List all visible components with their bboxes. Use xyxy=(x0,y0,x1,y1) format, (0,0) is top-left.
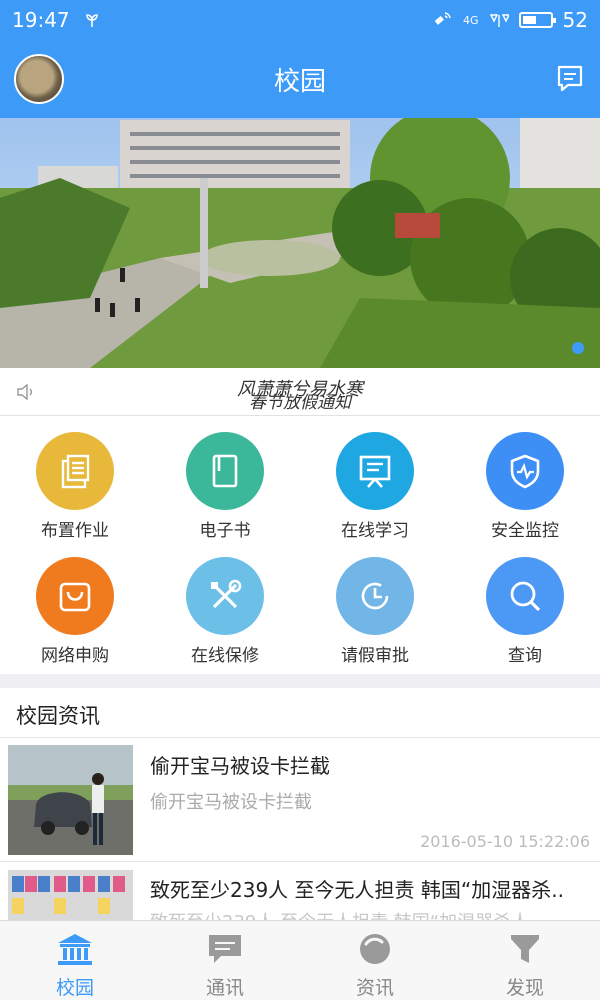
top-bar: 校园 xyxy=(0,40,600,118)
news-thumbnail xyxy=(8,745,133,855)
ebook-icon xyxy=(186,432,264,510)
sprout-icon xyxy=(85,14,98,27)
satellite-icon xyxy=(434,12,451,25)
avatar[interactable] xyxy=(14,54,64,104)
tab-label: 校园 xyxy=(55,977,94,999)
menu-leave-approval[interactable]: 请假审批 xyxy=(300,541,450,666)
bottom-tab-bar: 校园 通讯 资讯 发现 xyxy=(0,920,600,1000)
battery-icon xyxy=(518,12,556,28)
clock-icon xyxy=(336,557,414,635)
campus-photo xyxy=(0,118,600,368)
funnel-icon xyxy=(505,931,545,967)
tab-news[interactable]: 资讯 xyxy=(300,921,450,1000)
news-section-title: 校园资讯 xyxy=(16,704,100,728)
status-time: 19:47 xyxy=(12,8,70,32)
menu-label: 在线保修 xyxy=(191,646,259,666)
carousel-indicator[interactable] xyxy=(572,342,584,354)
presentation-board-icon xyxy=(336,432,414,510)
news-time: 2016-05-10 15:22:06 xyxy=(420,832,590,851)
campus-banner[interactable] xyxy=(0,118,600,368)
tab-discover[interactable]: 发现 xyxy=(450,921,600,1000)
menu-homework[interactable]: 布置作业 xyxy=(0,416,150,541)
message-icon[interactable] xyxy=(554,62,586,94)
tab-label: 资讯 xyxy=(355,977,394,999)
homework-icon xyxy=(36,432,114,510)
news-title: 致死至少239人 至今无人担责 韩国“加湿器杀.. xyxy=(150,878,564,902)
news-item[interactable]: 偷开宝马被设卡拦截 偷开宝马被设卡拦截 2016-05-10 15:22:06 xyxy=(0,738,600,862)
menu-query[interactable]: 查询 xyxy=(450,541,600,666)
status-bar: 19:47 4G 52 xyxy=(0,0,600,40)
battery-level: 52 xyxy=(562,8,588,32)
menu-online-learning[interactable]: 在线学习 xyxy=(300,416,450,541)
notice-bar[interactable]: 风萧萧兮易水寒 春节放假通知 xyxy=(0,368,600,416)
network-type: 4G xyxy=(463,13,479,27)
menu-label: 在线学习 xyxy=(341,521,409,541)
news-summary: 偷开宝马被设卡拦截 xyxy=(150,792,312,813)
menu-label: 请假审批 xyxy=(341,646,409,666)
news-item[interactable]: 致死至少239人 至今无人担责 韩国“加湿器杀.. 致死至少239人 至今无人担… xyxy=(0,862,600,920)
school-building-icon xyxy=(55,931,95,967)
menu-label: 网络申购 xyxy=(41,646,109,666)
menu-label: 安全监控 xyxy=(491,521,559,541)
news-section-header: 校园资讯 xyxy=(0,688,600,738)
chat-bubble-icon xyxy=(205,931,245,967)
menu-label: 电子书 xyxy=(199,521,251,541)
menu-label: 查询 xyxy=(508,646,542,666)
news-thumbnail xyxy=(8,870,133,920)
page-title: 校园 xyxy=(273,66,326,97)
tab-contacts[interactable]: 通讯 xyxy=(150,921,300,1000)
news-summary: 致死至少239人 至今无人担责 韩国“加湿器杀人 xyxy=(150,908,590,920)
tab-label: 通讯 xyxy=(205,977,244,999)
signal-icon xyxy=(489,14,509,27)
search-icon xyxy=(486,557,564,635)
function-grid: 布置作业 电子书 在线学习 安全监控 网络申购 在线保修 请假审批 查询 xyxy=(0,416,600,674)
menu-label: 布置作业 xyxy=(41,521,109,541)
menu-online-purchase[interactable]: 网络申购 xyxy=(0,541,150,666)
menu-security-monitor[interactable]: 安全监控 xyxy=(450,416,600,541)
tab-campus[interactable]: 校园 xyxy=(0,921,150,1000)
menu-online-repair[interactable]: 在线保修 xyxy=(150,541,300,666)
globe-icon xyxy=(355,931,395,967)
shopping-bag-icon xyxy=(36,557,114,635)
tab-label: 发现 xyxy=(505,977,544,999)
news-title: 偷开宝马被设卡拦截 xyxy=(150,754,330,778)
menu-ebook[interactable]: 电子书 xyxy=(150,416,300,541)
notice-text-secondary: 春节放假通知 xyxy=(249,393,351,413)
tools-icon xyxy=(186,557,264,635)
shield-pulse-icon xyxy=(486,432,564,510)
section-divider xyxy=(0,674,600,688)
